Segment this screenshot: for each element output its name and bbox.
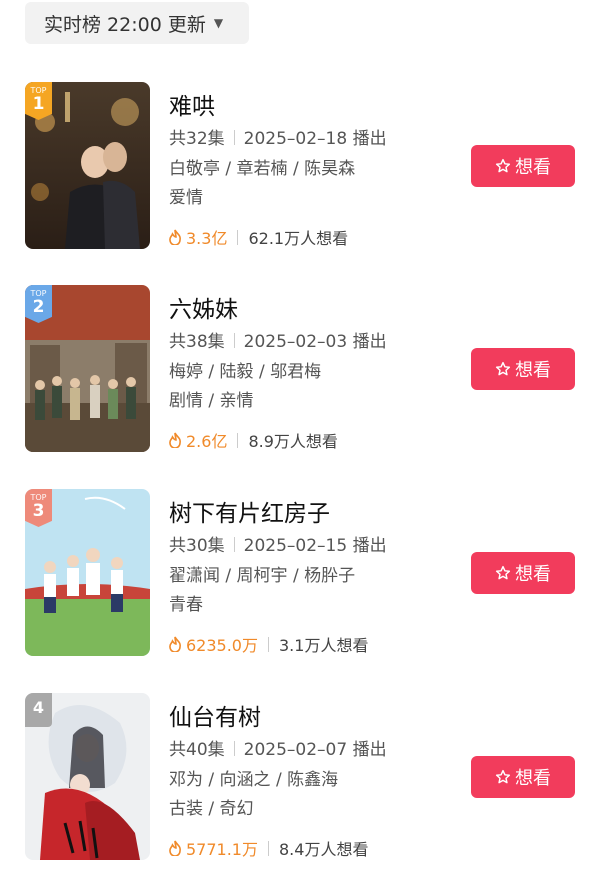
poster-image[interactable]: TOP 2 (25, 285, 150, 452)
heat-value: 6235.0万 (168, 632, 258, 656)
genre-tags: 爱情 (169, 188, 203, 208)
want-to-watch-button[interactable]: 想看 (471, 145, 575, 187)
want-count: 8.9万人想看 (248, 432, 338, 451)
drama-title[interactable]: 仙台有树 (169, 698, 261, 732)
chevron-down-icon: ▼ (213, 16, 224, 30)
list-item[interactable]: TOP 2 六姊妹 共38集 2025–02–03 播出 梅婷 / 陆毅 / 邬君… (0, 285, 600, 455)
genre-tags: 剧情 / 亲情 (169, 391, 254, 411)
cast-list: 白敬亭 / 章若楠 / 陈昊森 (169, 159, 356, 179)
flame-icon (169, 840, 181, 856)
want-count: 8.4万人想看 (279, 840, 369, 859)
rank-badge: TOP 3 (25, 489, 52, 527)
want-to-watch-button[interactable]: 想看 (471, 348, 575, 390)
episode-info: 共40集 2025–02–07 播出 (169, 740, 387, 760)
stats-row: 3.3亿 62.1万人想看 (168, 225, 348, 249)
drama-title[interactable]: 难哄 (169, 87, 215, 121)
drama-title[interactable]: 树下有片红房子 (169, 494, 330, 528)
cast-list: 梅婷 / 陆毅 / 邬君梅 (169, 362, 322, 382)
cast-list: 邓为 / 向涵之 / 陈鑫海 (169, 770, 339, 790)
heat-value: 3.3亿 (168, 225, 227, 249)
stats-row: 5771.1万 8.4万人想看 (168, 836, 368, 860)
episode-info: 共32集 2025–02–18 播出 (169, 129, 387, 149)
flame-icon (169, 229, 181, 245)
rank-badge: 4 (25, 693, 52, 727)
list-item[interactable]: TOP 1 难哄 共32集 2025–02–18 播出 白敬亭 / 章若楠 / 陈… (0, 82, 600, 252)
list-item[interactable]: 4 仙台有树 共40集 2025–02–07 播出 邓为 / 向涵之 / 陈鑫海 … (0, 693, 600, 863)
episode-info: 共30集 2025–02–15 播出 (169, 536, 387, 556)
flame-icon (169, 432, 181, 448)
stats-row: 6235.0万 3.1万人想看 (168, 632, 368, 656)
want-to-watch-button[interactable]: 想看 (471, 552, 575, 594)
heat-value: 5771.1万 (168, 836, 258, 860)
rank-badge: TOP 1 (25, 82, 52, 120)
flame-icon (169, 636, 181, 652)
want-count: 62.1万人想看 (248, 229, 349, 248)
drama-title[interactable]: 六姊妹 (169, 290, 238, 324)
star-icon (495, 565, 511, 580)
stats-row: 2.6亿 8.9万人想看 (168, 428, 338, 452)
star-icon (495, 158, 511, 173)
genre-tags: 青春 (169, 595, 203, 615)
star-icon (495, 361, 511, 376)
heat-value: 2.6亿 (168, 428, 227, 452)
poster-image[interactable]: TOP 1 (25, 82, 150, 249)
poster-image[interactable]: 4 (25, 693, 150, 860)
list-item[interactable]: TOP 3 树下有片红房子 共30集 2025–02–15 播出 翟潇闻 / 周柯… (0, 489, 600, 659)
want-count: 3.1万人想看 (279, 636, 369, 655)
cast-list: 翟潇闻 / 周柯宇 / 杨肸子 (169, 566, 356, 586)
genre-tags: 古装 / 奇幻 (169, 799, 254, 819)
want-to-watch-button[interactable]: 想看 (471, 756, 575, 798)
rank-badge: TOP 2 (25, 285, 52, 323)
update-time-dropdown[interactable]: 实时榜 22:00 更新 ▼ (25, 2, 249, 44)
update-time-label: 实时榜 22:00 更新 (44, 13, 206, 36)
star-icon (495, 769, 511, 784)
poster-image[interactable]: TOP 3 (25, 489, 150, 656)
episode-info: 共38集 2025–02–03 播出 (169, 332, 387, 352)
